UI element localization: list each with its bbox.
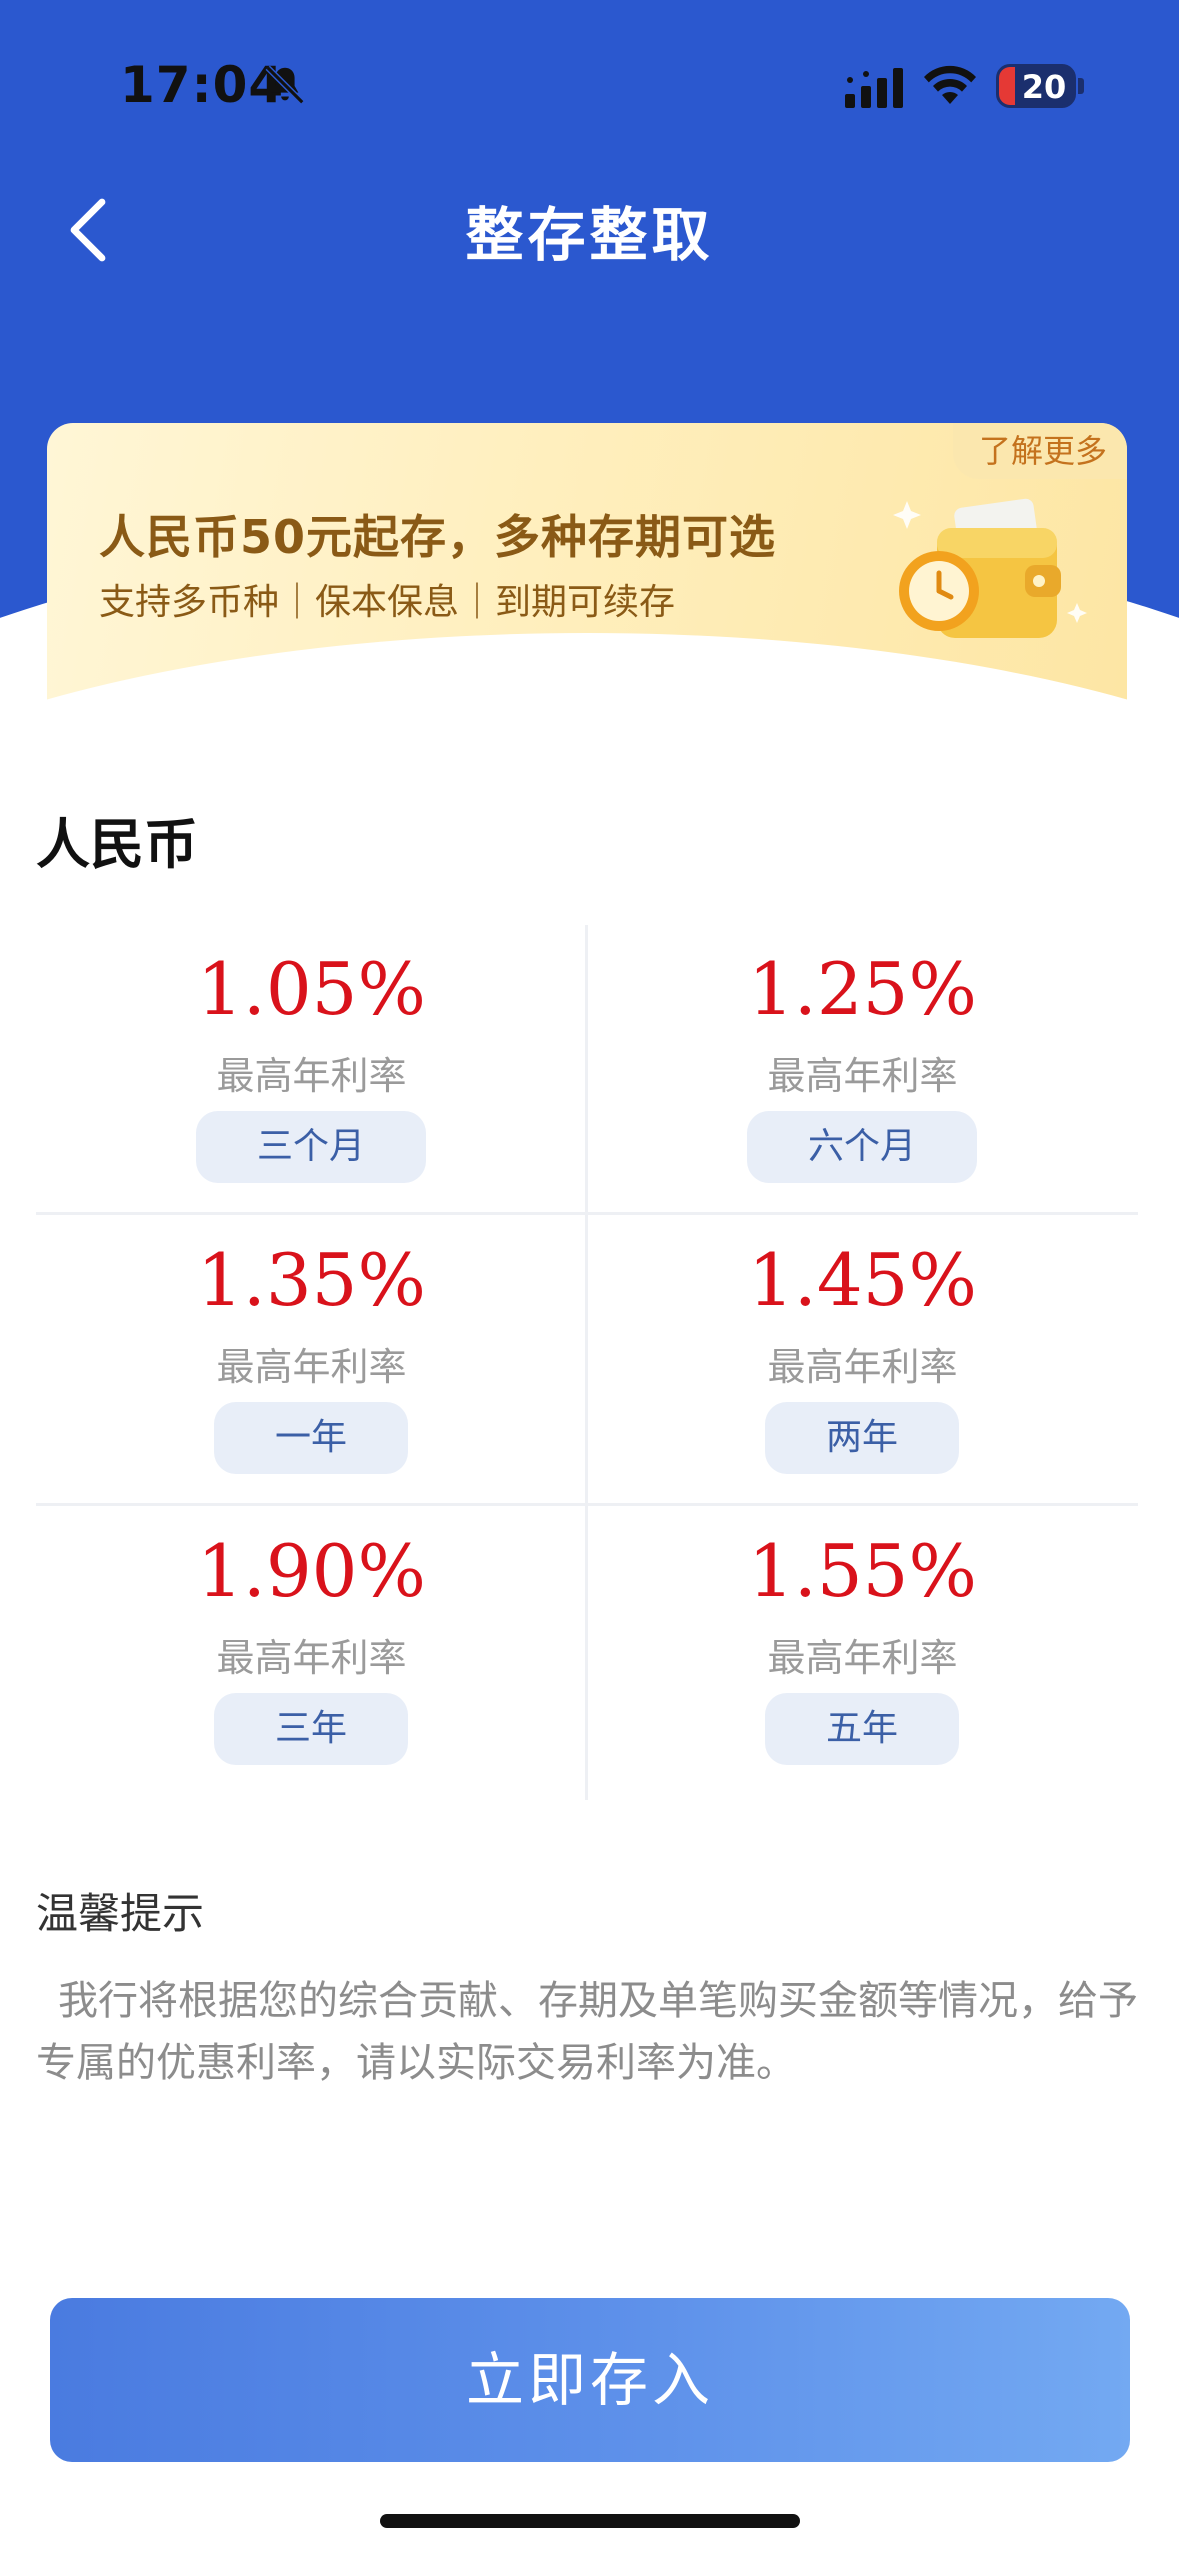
rate-card-1-year[interactable]: 1.35% 最高年利率 一年 [36, 1216, 587, 1508]
wifi-icon [924, 65, 976, 104]
term-pill[interactable]: 六个月 [747, 1111, 977, 1183]
rate-card-6-months[interactable]: 1.25% 最高年利率 六个月 [587, 925, 1138, 1217]
bell-off-icon [265, 65, 305, 105]
signal-icon [845, 68, 903, 108]
home-indicator[interactable] [380, 2514, 800, 2528]
rate-label: 最高年利率 [767, 1054, 958, 1098]
rate-value: 1.90% [197, 1529, 426, 1613]
rate-label: 最高年利率 [767, 1636, 958, 1680]
status-time: 17:04 [120, 56, 285, 114]
banner-headline: 人民币50元起存，多种存期可选 [99, 510, 777, 564]
rate-value: 1.45% [748, 1238, 977, 1322]
term-pill[interactable]: 两年 [765, 1402, 959, 1474]
term-pill[interactable]: 五年 [765, 1693, 959, 1765]
rate-value: 1.35% [197, 1238, 426, 1322]
battery-cap [1078, 78, 1084, 94]
learn-more-link[interactable]: 了解更多 [952, 423, 1127, 479]
banner-subtitle: 支持多币种｜保本保息｜到期可续存 [99, 582, 676, 623]
rate-card-3-years[interactable]: 1.90% 最高年利率 三年 [36, 1507, 587, 1799]
wallet-clock-icon [893, 498, 1087, 638]
rate-value: 1.55% [748, 1529, 977, 1613]
tips-text: 我行将根据您的综合贡献、存期及单笔购买金额等情况，给予专属的优惠利率，请以实际交… [36, 1978, 1138, 2086]
tips-title: 温馨提示 [36, 1889, 205, 1938]
rate-value: 1.05% [197, 947, 426, 1031]
rates-grid: 1.05% 最高年利率 三个月 1.25% 最高年利率 六个月 1.35% 最高… [36, 925, 1138, 1800]
rate-card-2-years[interactable]: 1.45% 最高年利率 两年 [587, 1216, 1138, 1508]
rate-label: 最高年利率 [216, 1345, 407, 1389]
rate-label: 最高年利率 [767, 1345, 958, 1389]
battery-level-text: 20 [1021, 68, 1067, 106]
battery-icon: 20 [996, 64, 1076, 108]
term-pill[interactable]: 三个月 [196, 1111, 426, 1183]
status-bar: 17:04 20 [0, 0, 1179, 170]
term-pill[interactable]: 一年 [214, 1402, 408, 1474]
term-pill[interactable]: 三年 [214, 1693, 408, 1765]
rate-card-3-months[interactable]: 1.05% 最高年利率 三个月 [36, 925, 587, 1217]
rate-label: 最高年利率 [216, 1636, 407, 1680]
rate-value: 1.25% [748, 947, 977, 1031]
nav-bar: 整存整取 [0, 170, 1179, 290]
page-title: 整存整取 [465, 201, 714, 269]
rate-label: 最高年利率 [216, 1054, 407, 1098]
deposit-now-button[interactable]: 立即存入 [50, 2298, 1130, 2462]
rate-card-5-years[interactable]: 1.55% 最高年利率 五年 [587, 1507, 1138, 1799]
currency-section-title: 人民币 [36, 813, 198, 876]
promo-banner[interactable]: 了解更多 人民币50元起存，多种存期可选 支持多币种｜保本保息｜到期可续存 [47, 423, 1127, 703]
